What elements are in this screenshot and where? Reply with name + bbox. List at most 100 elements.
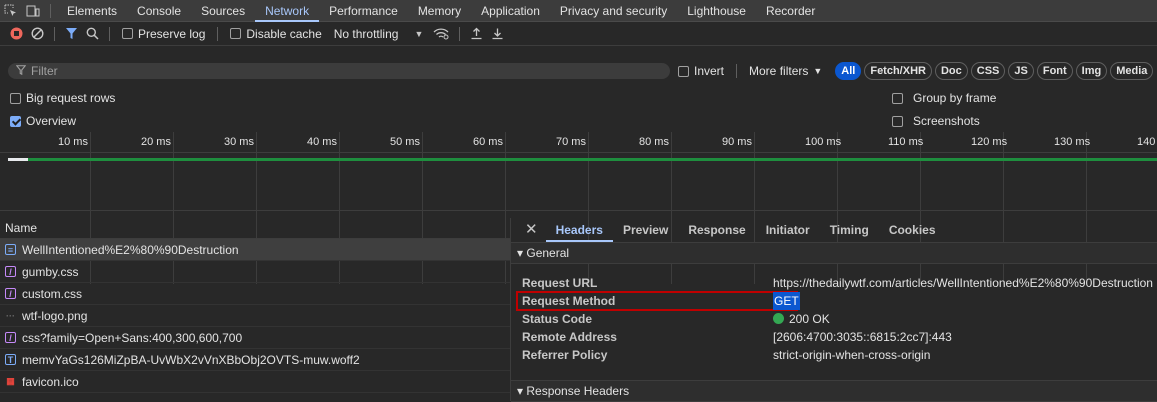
favicon-icon: ▦ bbox=[6, 376, 15, 386]
detail-tab-response[interactable]: Response bbox=[678, 218, 755, 242]
filter-type-fetchxhr[interactable]: Fetch/XHR bbox=[864, 62, 932, 80]
tab-network[interactable]: Network bbox=[255, 0, 319, 22]
search-icon[interactable] bbox=[82, 22, 103, 46]
detail-tab-timing[interactable]: Timing bbox=[820, 218, 879, 242]
timeline-window-handle[interactable] bbox=[8, 158, 28, 161]
tab-memory[interactable]: Memory bbox=[408, 0, 471, 22]
header-row-request-method-highlighted: Request Method GET bbox=[516, 291, 800, 311]
tab-performance[interactable]: Performance bbox=[319, 0, 408, 22]
filter-icon bbox=[15, 64, 27, 78]
filter-input[interactable]: Filter bbox=[8, 63, 670, 79]
filter-type-css[interactable]: CSS bbox=[970, 62, 1006, 80]
overview-checkbox[interactable]: Overview bbox=[10, 111, 76, 131]
checkbox-icon bbox=[678, 65, 689, 77]
header-row-referrer-policy: Referrer Policy strict-origin-when-cross-… bbox=[517, 346, 1157, 364]
caret-down-icon: ▼ bbox=[414, 28, 424, 39]
request-name: css?family=Open+Sans:400,300,600,700 bbox=[22, 330, 243, 345]
status-code-value: 200 OK bbox=[789, 312, 830, 326]
header-key: Referrer Policy bbox=[522, 348, 608, 362]
general-section: Request URL https://thedailywtf.com/artic… bbox=[511, 264, 1157, 386]
request-row[interactable]: / gumby.css bbox=[0, 261, 510, 283]
tab-elements[interactable]: Elements bbox=[57, 0, 127, 22]
throttling-select[interactable]: No throttling ▼ bbox=[328, 27, 430, 41]
tab-recorder[interactable]: Recorder bbox=[756, 0, 825, 22]
detail-tab-initiator[interactable]: Initiator bbox=[756, 218, 820, 242]
request-name: wtf-logo.png bbox=[22, 308, 88, 323]
filter-type-font[interactable]: Font bbox=[1036, 62, 1073, 80]
request-row[interactable]: ··· wtf-logo.png bbox=[0, 305, 510, 327]
filter-type-js[interactable]: JS bbox=[1008, 62, 1034, 80]
filter-type-doc[interactable]: Doc bbox=[934, 62, 968, 80]
request-name: WellIntentioned%E2%80%90Destruction bbox=[22, 242, 239, 257]
document-icon: ≡ bbox=[5, 244, 16, 255]
header-row-status-code: Status Code 200 OK bbox=[517, 310, 1157, 328]
detail-tab-headers[interactable]: Headers bbox=[546, 218, 613, 242]
css-icon: / bbox=[5, 266, 16, 277]
header-key: Request Method bbox=[522, 294, 616, 308]
separator bbox=[109, 26, 110, 41]
screenshots-checkbox[interactable]: Screenshots bbox=[892, 111, 980, 131]
filter-bar: Filter Invert More filters ▼ All Fetch/XH… bbox=[0, 60, 1157, 82]
timeline-overview[interactable] bbox=[0, 152, 1157, 211]
filter-icon[interactable] bbox=[61, 22, 82, 46]
detail-tab-preview[interactable]: Preview bbox=[613, 218, 678, 242]
status-code[interactable]: 200 OK bbox=[773, 310, 830, 328]
export-har-icon[interactable] bbox=[487, 22, 508, 46]
tab-privacy-and-security[interactable]: Privacy and security bbox=[550, 0, 677, 22]
status-ok-dot-icon bbox=[773, 313, 784, 324]
font-icon: T bbox=[5, 354, 16, 365]
name-column-header[interactable]: Name bbox=[0, 218, 510, 239]
header-value[interactable]: strict-origin-when-cross-origin bbox=[773, 346, 930, 364]
general-section-header[interactable]: ▾ General bbox=[511, 243, 1157, 264]
checkbox-icon bbox=[892, 92, 903, 104]
tab-application[interactable]: Application bbox=[471, 0, 550, 22]
request-name: gumby.css bbox=[22, 264, 79, 279]
panel-tab-bar: Elements Console Sources Network Performance… bbox=[0, 0, 1157, 22]
header-value[interactable]: GET bbox=[773, 292, 800, 310]
separator bbox=[217, 26, 219, 41]
disable-cache-checkbox[interactable]: Disable cache bbox=[224, 27, 327, 41]
separator bbox=[50, 3, 51, 18]
request-row[interactable]: / custom.css bbox=[0, 283, 510, 305]
tab-lighthouse[interactable]: Lighthouse bbox=[677, 0, 756, 22]
inspect-element-icon[interactable] bbox=[0, 0, 22, 22]
filter-type-media[interactable]: Media bbox=[1110, 62, 1154, 80]
group-by-frame-checkbox[interactable]: Group by frame bbox=[892, 88, 996, 108]
filter-type-all[interactable]: All bbox=[835, 62, 862, 80]
header-value[interactable]: https://thedailywtf.com/articles/WellInt… bbox=[773, 274, 1153, 292]
header-row-request-url: Request URL https://thedailywtf.com/artic… bbox=[517, 274, 1157, 292]
css-icon: / bbox=[5, 288, 16, 299]
separator bbox=[459, 26, 461, 41]
import-har-icon[interactable] bbox=[466, 22, 487, 46]
filter-type-img[interactable]: Img bbox=[1075, 62, 1108, 80]
request-row[interactable]: ▦ favicon.ico bbox=[0, 371, 510, 393]
preserve-log-checkbox[interactable]: Preserve log bbox=[116, 27, 211, 41]
request-row[interactable]: TmemvYaGs126MiZpBA-UvWbX2vVnXBbObj2OVTS-… bbox=[0, 349, 510, 371]
network-toolbar: Preserve log Disable cache No throttling… bbox=[0, 22, 1157, 46]
checkbox-icon bbox=[230, 28, 242, 39]
timeline-scale: 10 ms 20 ms 30 ms 40 ms 50 ms 60 ms 70 ms 80 ms… bbox=[0, 132, 1157, 284]
request-list: Name ≡ WellIntentioned%E2%80%90Destructio… bbox=[0, 218, 511, 401]
request-name: memvYaGs126MiZpBA-UvWbX2vVnXBbObj2OVTS-m… bbox=[22, 352, 360, 367]
tab-console[interactable]: Console bbox=[127, 0, 191, 22]
image-icon: ··· bbox=[6, 310, 15, 321]
clear-icon[interactable] bbox=[27, 22, 48, 46]
caret-down-icon: ▼ bbox=[813, 66, 823, 76]
detail-tab-cookies[interactable]: Cookies bbox=[879, 218, 946, 242]
separator bbox=[736, 64, 738, 78]
request-row[interactable]: ≡ WellIntentioned%E2%80%90Destruction bbox=[0, 239, 510, 261]
header-row-remote-address: Remote Address [2606:4700:3035::6815:2cc7… bbox=[517, 328, 1157, 346]
close-icon[interactable]: ✕ bbox=[511, 218, 546, 242]
more-filters-dropdown[interactable]: More filters ▼ bbox=[743, 64, 828, 78]
tab-sources[interactable]: Sources bbox=[191, 0, 255, 22]
css-icon: / bbox=[5, 332, 16, 343]
request-row[interactable]: / css?family=Open+Sans:400,300,600,700 bbox=[0, 327, 510, 349]
header-value[interactable]: [2606:4700:3035::6815:2cc7]:443 bbox=[773, 328, 952, 346]
big-request-rows-checkbox[interactable]: Big request rows bbox=[10, 88, 115, 108]
stop-recording-button[interactable] bbox=[6, 22, 27, 46]
device-toolbar-icon[interactable] bbox=[22, 0, 44, 22]
invert-checkbox[interactable]: Invert bbox=[678, 64, 730, 78]
header-key: Remote Address bbox=[522, 330, 617, 344]
network-conditions-icon[interactable] bbox=[429, 22, 453, 46]
response-headers-section-header[interactable]: ▾ Response Headers bbox=[511, 380, 1157, 402]
